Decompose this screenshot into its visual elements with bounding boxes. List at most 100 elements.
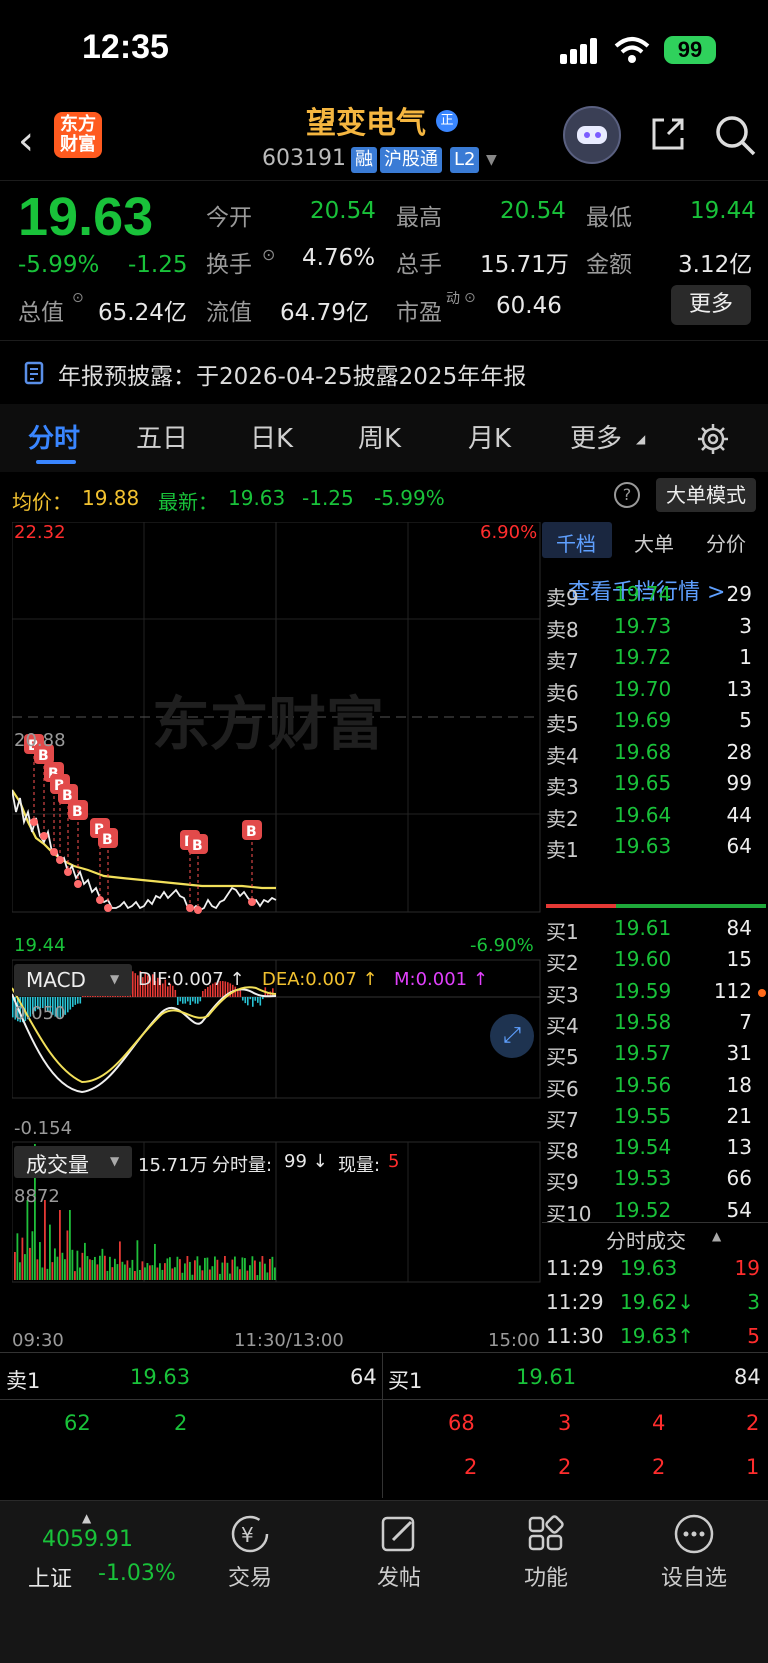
- nav-post[interactable]: 发帖: [349, 1560, 449, 1592]
- tab-thousand-depth[interactable]: 千档: [556, 528, 596, 557]
- nav-watchlist[interactable]: 设自选: [644, 1560, 744, 1592]
- sell-row[interactable]: 卖6 19.70 13: [546, 677, 766, 707]
- buy-label: 买7: [546, 1107, 579, 1132]
- buy-row[interactable]: 买9 19.53 66: [546, 1166, 766, 1196]
- svg-text:B: B: [192, 838, 203, 854]
- macd-bar: [179, 997, 182, 1002]
- tab-weekly-k[interactable]: 周K: [358, 418, 401, 455]
- macd-bar: [259, 997, 262, 1006]
- stock-name: 望变电气: [306, 106, 426, 141]
- intraday-chart[interactable]: 东方财富 B B B B B B B B B B B: [12, 522, 542, 1348]
- volume-now-label: 现量:: [338, 1155, 381, 1176]
- volume-bar: [101, 1248, 104, 1280]
- volume-bar: [56, 1256, 59, 1280]
- volume-bar: [214, 1256, 216, 1280]
- notice-bar[interactable]: 年报预披露：于2026-04-25披露2025年年报: [0, 340, 768, 404]
- buy-row[interactable]: 买4 19.58 7: [546, 1010, 766, 1040]
- buy-row[interactable]: 买1 19.61 84: [546, 916, 766, 946]
- share-icon[interactable]: [648, 114, 688, 154]
- volume-bar: [169, 1257, 171, 1280]
- ticks-title: 分时成交: [606, 1229, 686, 1253]
- chevron-up-icon[interactable]: ▲: [712, 1229, 721, 1243]
- index-pct[interactable]: -1.03%: [98, 1561, 176, 1586]
- buy-order: 2: [558, 1455, 572, 1479]
- volume-selector[interactable]: 成交量 ▼: [14, 1146, 132, 1178]
- nav-function[interactable]: 功能: [496, 1560, 596, 1592]
- macd-bar: [199, 997, 202, 1002]
- buy-row[interactable]: 买5 19.57 31: [546, 1041, 766, 1071]
- help-icon[interactable]: ?: [614, 482, 640, 508]
- sell-volume: 13: [726, 676, 752, 701]
- macd-bar: [72, 997, 74, 1007]
- low-value: 19.44: [690, 198, 756, 224]
- app-logo[interactable]: 东方财富: [54, 112, 102, 158]
- buy-order: 1: [746, 1455, 760, 1479]
- function-icon[interactable]: [524, 1512, 568, 1556]
- buy-row[interactable]: 买3 19.59 112: [546, 979, 766, 1009]
- tab-five-day[interactable]: 五日: [136, 418, 188, 455]
- sell-row[interactable]: 卖8 19.73 3: [546, 614, 766, 644]
- index-name[interactable]: 上证: [28, 1561, 72, 1593]
- sell-row[interactable]: 卖9 19.74 29: [546, 582, 766, 612]
- tab-monthly-k[interactable]: 月K: [468, 418, 511, 455]
- sell-price: 19.73: [614, 613, 672, 638]
- post-icon[interactable]: [377, 1512, 421, 1556]
- trade-icon[interactable]: ¥: [228, 1512, 272, 1556]
- tab-intraday[interactable]: 分时: [28, 418, 80, 455]
- buy-label: 买1: [546, 920, 579, 944]
- svg-text:¥: ¥: [241, 1523, 254, 1547]
- expand-icon[interactable]: ⤢: [490, 1014, 534, 1058]
- info-icon[interactable]: ⊙: [262, 245, 275, 264]
- nav-trade[interactable]: 交易: [200, 1560, 300, 1592]
- buy-price: 19.53: [614, 1166, 672, 1191]
- watermark: 东方财富: [152, 690, 384, 758]
- sell-row[interactable]: 卖5 19.69 5: [546, 708, 766, 738]
- buy-volume: 66: [726, 1166, 752, 1191]
- big-order-mode-button[interactable]: 大单模式: [656, 478, 756, 512]
- watchlist-icon[interactable]: [672, 1512, 716, 1556]
- search-icon[interactable]: [714, 114, 756, 156]
- macd-bar: [252, 997, 254, 1007]
- sell-volume: 1: [739, 645, 752, 669]
- pe-label: 市盈: [396, 300, 442, 326]
- tick-time: 11:29: [546, 1256, 604, 1280]
- settings-icon[interactable]: [696, 422, 730, 456]
- buy-row[interactable]: 买2 19.60 15: [546, 947, 766, 977]
- info-icon[interactable]: ⊙: [72, 290, 84, 306]
- volume-bar: [211, 1266, 214, 1280]
- macd-bar: [249, 997, 252, 1000]
- buy-row[interactable]: 买7 19.55 21: [546, 1104, 766, 1134]
- sell-row[interactable]: 卖7 19.72 1: [546, 645, 766, 675]
- buy-row[interactable]: 买8 19.54 13: [546, 1135, 766, 1165]
- volume-bar: [84, 1242, 86, 1280]
- volume-bar: [129, 1267, 131, 1280]
- sell-volume: 28: [726, 739, 752, 764]
- sell-row[interactable]: 卖4 19.68 28: [546, 740, 766, 770]
- sell-row[interactable]: 卖2 19.64 44: [546, 803, 766, 833]
- volume-bar: [141, 1261, 144, 1280]
- back-icon[interactable]: ‹: [18, 118, 34, 164]
- sell-row[interactable]: 卖1 19.63 64: [546, 834, 766, 864]
- tab-daily-k[interactable]: 日K: [250, 418, 293, 455]
- robot-avatar-icon[interactable]: [563, 106, 621, 164]
- info-icon[interactable]: ⊙: [464, 290, 476, 306]
- tab-big-orders[interactable]: 大单: [634, 528, 674, 557]
- sell-label: 卖6: [546, 680, 579, 705]
- buy-marker[interactable]: B: [188, 834, 208, 914]
- buy-row[interactable]: 买6 19.56 18: [546, 1073, 766, 1103]
- svg-text:B: B: [72, 804, 83, 820]
- sell-row[interactable]: 卖3 19.65 99: [546, 771, 766, 801]
- tab-price-distribution[interactable]: 分价: [706, 528, 746, 557]
- index-value[interactable]: 4059.91: [42, 1527, 133, 1552]
- tab-more[interactable]: 更多: [570, 418, 622, 455]
- bq-buy-price: 19.61: [516, 1365, 577, 1389]
- sell-volume: 3: [739, 613, 752, 638]
- macd-bar: [177, 997, 179, 1005]
- macd-selector[interactable]: MACD ▼: [14, 964, 132, 996]
- more-button[interactable]: 更多: [671, 285, 751, 325]
- chevron-down-icon[interactable]: ▼: [486, 152, 497, 168]
- volume-bar: [124, 1264, 126, 1280]
- tick-time: 11:29: [546, 1290, 604, 1314]
- volume-bar: [31, 1231, 34, 1280]
- chevron-up-icon[interactable]: ▲: [82, 1511, 91, 1525]
